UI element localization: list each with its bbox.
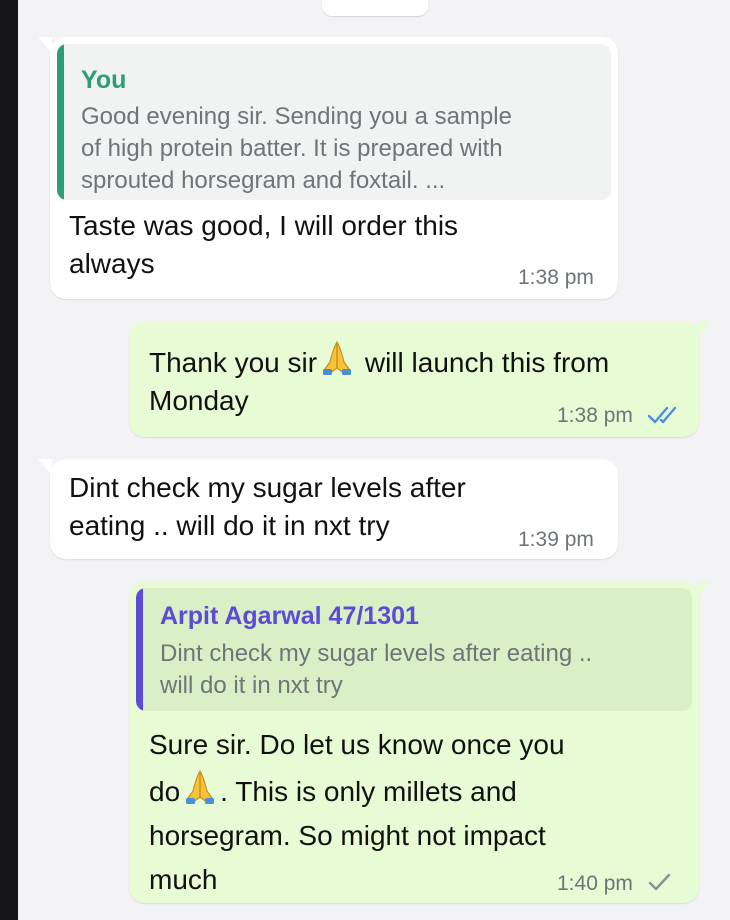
message-line: much [149, 864, 218, 895]
message-timestamp: 1:38 pm [557, 404, 633, 427]
outgoing-message-bubble[interactable]: Arpit Agarwal 47/1301 Dint check my suga… [129, 581, 711, 903]
message-text: Sure sir. Do let us know once you do . T… [149, 723, 565, 902]
message-line: do . This is only millets and [149, 767, 565, 814]
quote-line: Dint check my sugar levels after eating … [160, 640, 593, 667]
quote-line: Good evening sir. Sending you a sample [81, 103, 512, 130]
quote-line: sprouted horsegram and foxtail. ... [81, 167, 446, 194]
read-double-tick-icon [647, 406, 677, 424]
incoming-message-bubble[interactable]: Dint check my sugar levels after eating … [38, 459, 618, 559]
message-fragment: do [149, 776, 181, 807]
message-line: always [69, 248, 155, 279]
message-fragment: will launch this from [357, 347, 610, 378]
quote-author: Arpit Agarwal 47/1301 [160, 602, 419, 630]
message-fragment: Thank you sir [149, 347, 318, 378]
message-text: Dint check my sugar levels after eating … [69, 469, 466, 545]
bubble-tail [38, 459, 52, 475]
quoted-reply[interactable]: Arpit Agarwal 47/1301 Dint check my suga… [136, 588, 692, 711]
message-line: Taste was good, I will order this [69, 210, 459, 241]
message-timestamp: 1:40 pm [557, 872, 633, 895]
quoted-reply[interactable]: You Good evening sir. Sending you a samp… [57, 44, 611, 200]
message-timestamp: 1:39 pm [518, 528, 594, 551]
message-fragment: . This is only millets and [220, 776, 517, 807]
bubble-tail [38, 37, 52, 53]
bubble-tail [697, 321, 711, 337]
folded-hands-emoji [323, 340, 352, 375]
message-line: horsegram. So might not impact [149, 820, 546, 851]
folded-hands-emoji [186, 769, 215, 804]
date-separator-chip [322, 0, 428, 16]
quote-line: of high protein batter. It is prepared w… [81, 135, 503, 162]
message-line: Sure sir. Do let us know once you [149, 729, 565, 760]
message-text: Thank you sir will launch this from Mond… [149, 338, 609, 420]
message-line: Monday [149, 385, 249, 416]
quote-text: Dint check my sugar levels after eating … [160, 638, 592, 702]
message-timestamp: 1:38 pm [518, 266, 594, 289]
quote-accent-bar [136, 588, 143, 711]
message-line: Dint check my sugar levels after [69, 472, 466, 503]
sent-single-tick-icon [648, 873, 671, 891]
message-text: Taste was good, I will order this always [69, 207, 458, 283]
quote-author: You [81, 66, 127, 94]
incoming-message-bubble[interactable]: You Good evening sir. Sending you a samp… [38, 37, 618, 299]
quote-line: will do it in nxt try [160, 672, 343, 699]
outgoing-message-bubble[interactable]: Thank you sir will launch this from Mond… [129, 321, 711, 437]
quote-text: Good evening sir. Sending you a sample o… [81, 101, 512, 197]
message-line: Thank you sir will launch this from [149, 338, 609, 382]
window-left-edge [0, 0, 18, 920]
quote-accent-bar [57, 44, 64, 200]
bubble-tail [697, 581, 711, 597]
message-line: eating .. will do it in nxt try [69, 510, 390, 541]
